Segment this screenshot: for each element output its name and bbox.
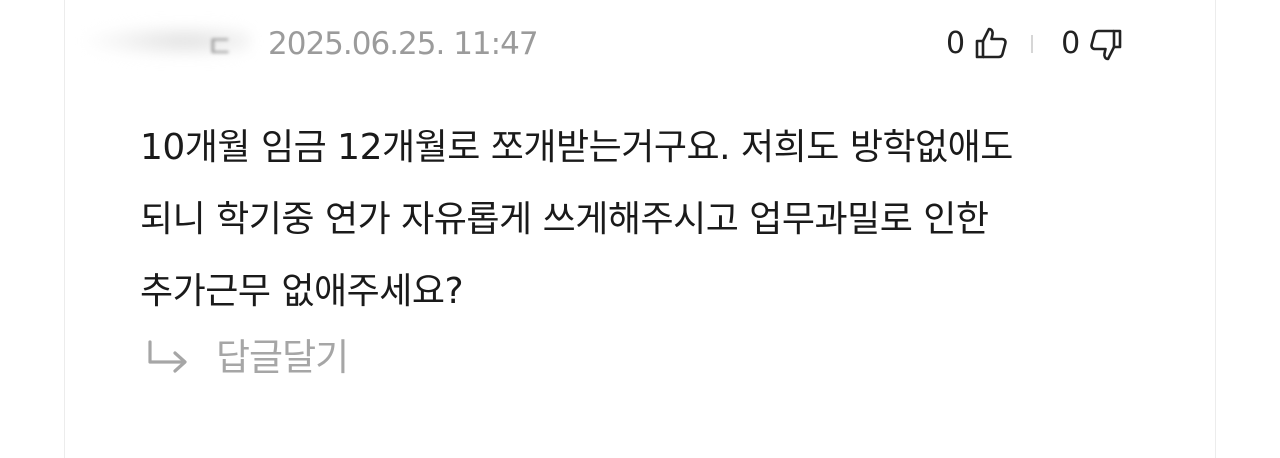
thumbs-down-icon[interactable] <box>1086 24 1126 64</box>
comment-body-line: 10개월 임금 12개월로 쪼개받는거구요. 저희도 방학없애도 <box>140 127 1013 168</box>
vote-separator <box>1031 35 1034 53</box>
thumbs-up-icon[interactable] <box>971 24 1011 64</box>
author-name-blurred[interactable]: ㄷ <box>86 18 256 65</box>
reply-button[interactable]: 답글달기 <box>142 332 349 384</box>
comment-body-line: 추가근무 없애주세요? <box>140 271 464 312</box>
page: ㄷ 2025.06.25. 11:47 0 0 10개월 임금 12개월로 쪼개… <box>0 0 1280 458</box>
reply-label: 답글달기 <box>216 336 349 379</box>
dislike-count: 0 <box>1061 26 1081 61</box>
comment-date: 2025.06.25. 11:47 <box>268 26 539 62</box>
author-mark: ㄷ <box>206 30 234 65</box>
comment-body: 10개월 임금 12개월로 쪼개받는거구요. 저희도 방학없애도 되니 학기중 … <box>140 112 1140 328</box>
like-count: 0 <box>946 26 966 61</box>
reply-arrow-icon <box>142 332 194 384</box>
vote-bar: 0 0 <box>946 24 1126 64</box>
comment-body-line: 되니 학기중 연가 자유롭게 쓰게해주시고 업무과밀로 인한 <box>140 199 989 240</box>
